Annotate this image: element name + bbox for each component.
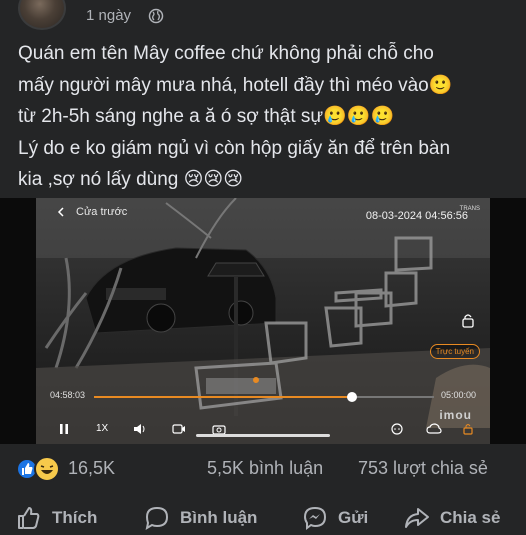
cry-emoji: 😢😢😢 — [183, 169, 244, 190]
volume-icon[interactable] — [133, 423, 147, 435]
comment-count[interactable]: 5,5K bình luận — [207, 458, 323, 479]
post-line: từ 2h-5h sáng nghe a ă ó sợ thật sự🥲🥲🥲 — [18, 106, 395, 127]
comment-icon — [145, 506, 169, 531]
chat-icon[interactable] — [390, 423, 404, 435]
tear-emoji: 🥲🥲🥲 — [323, 106, 395, 127]
lock-small-icon[interactable] — [462, 423, 474, 435]
haha-icon — [34, 456, 60, 482]
globe-icon — [148, 8, 164, 24]
avatar[interactable] — [18, 0, 66, 30]
record-icon[interactable] — [172, 423, 186, 435]
video-attachment[interactable]: Cửa trước TRANS 08-03-2024 04:56:56 Trực… — [0, 198, 526, 444]
smile-emoji: 🙂 — [428, 74, 453, 96]
share-count[interactable]: 753 lượt chia sẻ — [358, 458, 488, 479]
post-line: Quán em tên Mây coffee chứ không phải ch… — [18, 43, 434, 64]
like-button[interactable]: Thích — [16, 504, 97, 532]
like-label: Thích — [52, 508, 98, 527]
share-label: Chia sẻ — [440, 508, 501, 527]
back-icon[interactable] — [56, 207, 66, 217]
post-line: kia ,sợ nó lấy dùng 😢😢😢 — [18, 169, 244, 190]
post-time[interactable]: 1 ngày — [86, 7, 131, 24]
lock-icon[interactable] — [460, 312, 476, 328]
camera-frame[interactable]: Cửa trước TRANS 08-03-2024 04:56:56 Trực… — [36, 198, 490, 444]
share-icon — [405, 508, 429, 528]
reaction-icons[interactable] — [16, 456, 66, 482]
current-time: 04:58:03 — [50, 390, 86, 400]
reaction-count[interactable]: 16,5K — [68, 458, 115, 479]
home-indicator — [196, 434, 330, 437]
cloud-icon[interactable] — [426, 423, 442, 435]
video-controls: 1X — [36, 418, 490, 444]
live-button[interactable]: Trực tuyến — [429, 344, 480, 359]
camera-name[interactable]: Cửa trước — [76, 206, 127, 218]
comment-button[interactable]: Bình luận — [144, 504, 257, 532]
speed-button[interactable]: 1X — [96, 423, 108, 434]
post-text: Quán em tên Mây coffee chứ không phải ch… — [18, 38, 518, 196]
end-time: 05:00:00 — [440, 390, 476, 400]
action-bar: Thích Bình luận Gửi Chia sẻ — [0, 500, 526, 535]
progress-fill — [94, 396, 353, 398]
post-header: 1 ngày — [0, 0, 526, 32]
messenger-icon — [303, 506, 327, 530]
share-button[interactable]: Chia sẻ — [404, 504, 500, 532]
send-label: Gửi — [338, 508, 369, 527]
comment-label: Bình luận — [180, 508, 258, 527]
camera-datetime: 08-03-2024 04:56:56 — [365, 210, 468, 222]
post-line: mấy người mây mưa nhá, hotell đầy thì mé… — [18, 74, 453, 96]
pause-icon[interactable] — [58, 423, 70, 435]
progress-bar[interactable] — [94, 392, 434, 402]
reaction-stats: 16,5K 5,5K bình luận 753 lượt chia sẻ — [0, 448, 526, 488]
post-line: Lý do e ko giám ngủ vì còn hộp giấy ăn đ… — [18, 137, 451, 159]
send-button[interactable]: Gửi — [302, 504, 368, 532]
thumb-icon — [18, 507, 40, 529]
camera-scene — [36, 198, 490, 444]
